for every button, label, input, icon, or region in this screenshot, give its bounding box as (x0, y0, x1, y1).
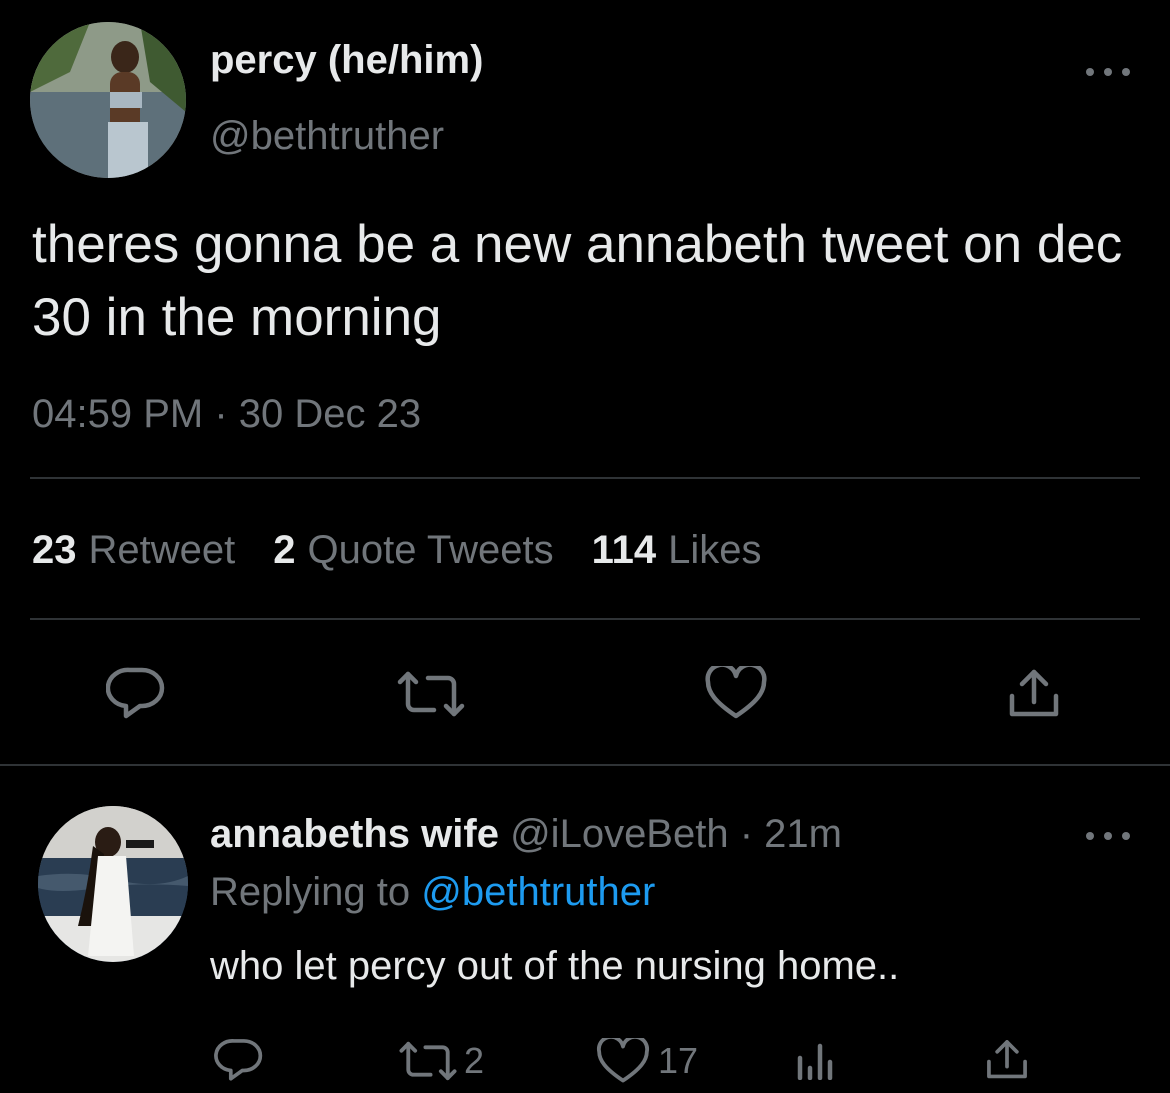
retweets-stat[interactable]: 23 Retweet (32, 528, 235, 576)
retweets-count: 23 (32, 528, 77, 572)
separator-dot: · (728, 812, 765, 856)
tweet-stats: 23 Retweet 2 Quote Tweets 114 Likes (32, 528, 800, 576)
like-icon (596, 1038, 650, 1083)
reply-author-name[interactable]: annabeths wife (210, 812, 499, 856)
reply-author-avatar[interactable] (38, 806, 188, 962)
more-options-icon[interactable] (1086, 62, 1130, 82)
likes-label: Likes (668, 528, 762, 572)
quote-tweets-label: Quote Tweets (307, 528, 554, 572)
likes-count: 114 (591, 528, 657, 572)
replying-to-handle-link[interactable]: @bethtruther (421, 870, 655, 914)
reply-header: annabeths wife @iLoveBeth · 21m (210, 812, 842, 857)
analytics-icon[interactable] (794, 1040, 834, 1080)
replying-to-label: Replying to (210, 870, 411, 914)
more-options-icon[interactable] (1086, 826, 1130, 846)
share-icon[interactable] (1006, 668, 1062, 720)
reply-author-handle[interactable]: @iLoveBeth (510, 812, 729, 856)
retweet-icon (399, 1041, 457, 1081)
author-handle[interactable]: @bethtruther (210, 114, 444, 159)
reply-like-count: 17 (658, 1040, 699, 1081)
reply-icon[interactable] (214, 1036, 264, 1082)
divider (30, 618, 1140, 620)
reply-like-button[interactable]: 17 (596, 1038, 698, 1084)
reply-retweet-button[interactable]: 2 (398, 1040, 484, 1082)
replying-to: Replying to @bethtruther (210, 870, 655, 915)
like-icon[interactable] (705, 666, 767, 720)
retweets-label: Retweet (88, 528, 236, 572)
tweet-text: theres gonna be a new annabeth tweet on … (32, 215, 1123, 347)
divider (0, 764, 1170, 766)
reply-text: who let percy out of the nursing home.. (210, 944, 900, 988)
likes-stat[interactable]: 114 Likes (592, 528, 762, 576)
quote-tweets-count: 2 (273, 528, 296, 572)
reply-time-ago[interactable]: 21m (764, 812, 842, 856)
reply-icon[interactable] (106, 664, 166, 720)
share-icon[interactable] (984, 1038, 1030, 1082)
quote-tweets-stat[interactable]: 2 Quote Tweets (273, 528, 553, 576)
divider (30, 477, 1140, 479)
retweet-icon[interactable] (396, 670, 466, 718)
author-name[interactable]: percy (he/him) (210, 38, 483, 83)
reply-retweet-count: 2 (464, 1040, 485, 1081)
author-avatar[interactable] (30, 22, 186, 178)
tweet-timestamp[interactable]: 04:59 PM · 30 Dec 23 (32, 392, 421, 437)
